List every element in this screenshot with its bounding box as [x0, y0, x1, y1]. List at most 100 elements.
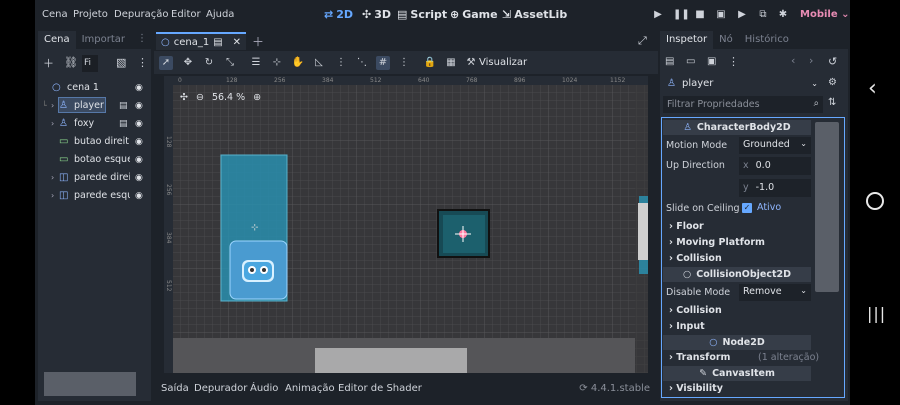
lock-icon[interactable]: 🔒	[423, 56, 437, 70]
eye-icon[interactable]: ◉	[135, 173, 143, 183]
pan-tool-icon[interactable]: ✋	[291, 56, 305, 70]
menu-depuracao[interactable]: Depuração	[114, 9, 169, 20]
attach-script-icon[interactable]: ▧	[116, 56, 126, 69]
eye-icon[interactable]: ◉	[135, 83, 143, 93]
tab-animacao[interactable]: Animação	[285, 383, 335, 394]
section-characterbody2d[interactable]: ♙ CharacterBody2D	[663, 120, 811, 135]
play-custom-icon[interactable]: ⧉	[757, 9, 769, 21]
open-folder-icon[interactable]: ▭	[686, 56, 695, 67]
group-transform[interactable]: › Transform	[669, 352, 730, 363]
home-nav-icon[interactable]	[866, 192, 884, 210]
chevron-right-icon[interactable]: ›	[51, 119, 54, 128]
close-icon[interactable]: ✕	[233, 37, 241, 48]
section-collisionobject2d[interactable]: ○ CollisionObject2D	[663, 267, 811, 282]
smart-snap-icon[interactable]: ⋱	[355, 56, 369, 70]
group-collision[interactable]: › Collision	[669, 253, 722, 264]
tree-item-botao-esque[interactable]: ▭ botao esque ◉	[38, 151, 151, 168]
workspace-assetlib[interactable]: ⇲ AssetLib	[502, 8, 567, 21]
movie-icon[interactable]: ✱	[777, 9, 789, 21]
tab-no[interactable]: Nó	[713, 31, 739, 49]
renderer-select[interactable]: Mobile ⌄	[800, 9, 850, 20]
disable-mode-select[interactable]: Remove ⌄	[739, 284, 811, 301]
ruler-left[interactable]: 128 256 384 512	[164, 76, 173, 373]
eye-icon[interactable]: ◉	[135, 191, 143, 201]
play-icon[interactable]: ▶	[652, 9, 664, 21]
canvas-viewport[interactable]: ⊹ 0 128 256 384 512 640 768 896 1024 1152 128 256 3…	[164, 76, 648, 373]
zoom-in-icon[interactable]: ⊕	[253, 92, 261, 103]
chevron-right-icon[interactable]: ›	[51, 173, 54, 182]
group-visibility[interactable]: › Visibility	[669, 383, 723, 394]
script-icon[interactable]: ▤	[119, 119, 128, 129]
tree-item-parede-esqu[interactable]: › ◫ parede esqu ◉	[38, 187, 151, 204]
chevron-left-icon[interactable]: ‹	[791, 54, 795, 67]
scale-tool-icon[interactable]: ⤡	[223, 56, 237, 70]
object-properties-icon[interactable]: ⚙	[828, 77, 837, 88]
menu-dots-icon[interactable]: ⋮	[137, 56, 148, 69]
tab-editor-shader[interactable]: Editor de Shader	[338, 383, 422, 394]
tab-inspetor[interactable]: Inspetor	[660, 31, 714, 49]
tab-audio[interactable]: Áudio	[250, 383, 278, 394]
menu-cena[interactable]: Cena	[42, 9, 68, 20]
rotate-tool-icon[interactable]: ↻	[202, 56, 216, 70]
menu-projeto[interactable]: Projeto	[73, 9, 108, 20]
eye-icon[interactable]: ◉	[135, 119, 143, 129]
pivot-tool-icon[interactable]: ⊹	[270, 56, 284, 70]
chevron-right-icon[interactable]: ›	[809, 54, 813, 67]
group-icon[interactable]: ▦	[444, 56, 458, 70]
grid-snap-icon[interactable]: #	[376, 56, 390, 70]
node-selector[interactable]: ♙ player ⌄	[663, 75, 822, 92]
save-icon[interactable]: ▣	[707, 56, 716, 67]
up-direction-y-field[interactable]: y -1.0	[739, 179, 811, 197]
section-canvasitem[interactable]: ✎ CanvasItem	[663, 366, 811, 381]
workspace-script[interactable]: ▤ Script	[397, 8, 447, 21]
select-tool-icon[interactable]: ➚	[159, 56, 173, 70]
tree-item-parede-direi[interactable]: › ◫ parede direi ◉	[38, 169, 151, 186]
remote-debug-icon[interactable]: ▣	[715, 9, 727, 21]
section-node2d[interactable]: ○ Node2D	[663, 335, 811, 350]
workspace-3d[interactable]: ✣ 3D	[362, 8, 391, 21]
tree-item-player[interactable]: └ › ♙ player ▤ ◉	[38, 97, 151, 114]
fullscreen-icon[interactable]: ⤢	[638, 34, 647, 48]
group-floor[interactable]: › Floor	[669, 221, 704, 232]
inspector-scrollbar[interactable]	[815, 122, 839, 292]
tab-saida[interactable]: Saída	[161, 383, 189, 394]
back-nav-icon[interactable]: ‹	[868, 76, 877, 101]
menu-dots-icon[interactable]: ⋮	[397, 56, 411, 70]
ruler-tool-icon[interactable]: ◺	[312, 56, 326, 70]
tree-item-foxy[interactable]: › ♙ foxy ▤ ◉	[38, 115, 151, 132]
menu-dots-icon[interactable]: ⋮	[728, 55, 739, 68]
zoom-out-icon[interactable]: ⊖	[196, 92, 204, 103]
zoom-level[interactable]: 56.4 %	[212, 92, 245, 103]
pause-icon[interactable]: ❚❚	[673, 9, 690, 21]
tab-cena[interactable]: Cena	[38, 31, 76, 49]
chevron-right-icon[interactable]: ›	[51, 191, 54, 200]
motion-mode-select[interactable]: Grounded ⌄	[739, 137, 811, 154]
up-direction-x-field[interactable]: x 0.0	[739, 157, 811, 175]
link-icon[interactable]: ⛓	[64, 56, 78, 69]
filter-properties-input[interactable]: Filtrar Propriedades ⌕	[663, 96, 823, 113]
sort-icon[interactable]: ⇅	[828, 97, 836, 108]
tree-item-butao-direit[interactable]: ▭ butao direit ◉	[38, 133, 151, 150]
group-collision-2[interactable]: › Collision	[669, 305, 722, 316]
list-tool-icon[interactable]: ☰	[249, 56, 263, 70]
eye-icon[interactable]: ◉	[135, 137, 143, 147]
stop-icon[interactable]: ■	[694, 9, 706, 21]
workspace-2d[interactable]: ⇄ 2D	[324, 8, 353, 21]
tab-importar[interactable]: Importar	[76, 31, 131, 49]
slide-on-ceiling-checkbox[interactable]: ✓ Ativo	[742, 202, 781, 213]
group-moving-platform[interactable]: › Moving Platform	[669, 237, 765, 248]
chevron-right-icon[interactable]: ›	[51, 101, 54, 110]
tab-historico[interactable]: Histórico	[739, 31, 795, 49]
group-input[interactable]: › Input	[669, 321, 705, 332]
ruler-top[interactable]: 0 128 256 384 512 640 768 896 1024 1152	[164, 76, 648, 85]
eye-icon[interactable]: ◉	[135, 155, 143, 165]
tab-depurador[interactable]: Depurador	[194, 383, 247, 394]
move-tool-icon[interactable]: ✥	[181, 56, 195, 70]
scene-tab[interactable]: ○ cena_1 ▤ ✕	[156, 32, 246, 50]
history-icon[interactable]: ↺	[828, 55, 837, 68]
eye-icon[interactable]: ◉	[135, 101, 143, 111]
workspace-game[interactable]: ⊕ Game	[450, 8, 498, 21]
menu-ajuda[interactable]: Ajuda	[206, 9, 234, 20]
tree-item-cena-1[interactable]: ○ cena 1 ◉	[38, 79, 151, 96]
play-scene-icon[interactable]: ▶	[736, 9, 748, 21]
